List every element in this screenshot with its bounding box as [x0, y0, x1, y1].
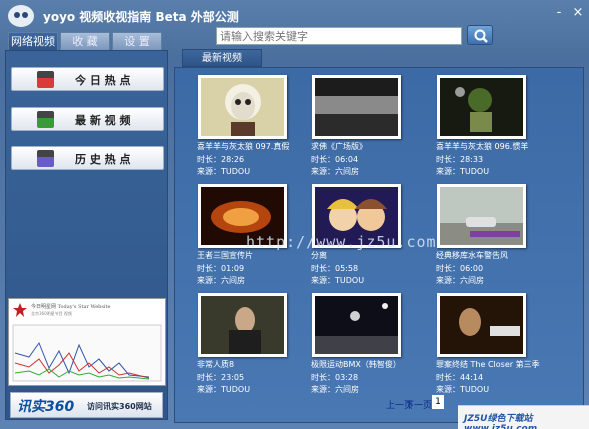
- video-title[interactable]: 经典移库水车警告风: [436, 250, 508, 261]
- video-title[interactable]: 分离: [311, 250, 327, 261]
- video-item[interactable]: 王者三国宣传片 时长：01:09 来源：六间房: [181, 178, 306, 285]
- app-title: yoyo 视频收视指南 Beta 外部公测: [43, 10, 239, 24]
- drama-thumbnail: [440, 296, 523, 354]
- video-duration: 时长：06:00: [436, 264, 484, 273]
- site-preview-title: 今日明星网 Today's Star Website: [31, 304, 111, 310]
- video-duration: 时长：28:26: [197, 155, 245, 164]
- tab-latest-videos[interactable]: 最新视频: [182, 49, 262, 67]
- video-source: 来源：TUDOU: [197, 167, 251, 176]
- video-item[interactable]: 喜羊羊与灰太狼 097.真假 时长：28:26 来源：TUDOU: [181, 69, 306, 176]
- hot-icon: [37, 71, 54, 88]
- video-thumbnail[interactable]: [437, 293, 526, 357]
- video-title[interactable]: 王者三国宣传片: [197, 250, 253, 261]
- site-preview[interactable]: 今日明星网 Today's Star Website 北京360明星节目 视频: [8, 298, 166, 386]
- video-item[interactable]: 经典移库水车警告风 时长：06:00 来源：六间房: [420, 178, 545, 285]
- tab-network-video[interactable]: 网络视频: [8, 32, 58, 50]
- close-button[interactable]: ×: [571, 6, 585, 20]
- video-thumbnail[interactable]: [437, 184, 526, 248]
- nav-history-hot-label: 历 史 热 点: [75, 153, 131, 166]
- video-title[interactable]: 喜羊羊与灰太狼 097.真假: [197, 141, 289, 152]
- nav-today-hot-label: 今 日 热 点: [75, 74, 131, 87]
- next-page-link[interactable]: 下一页: [405, 398, 432, 411]
- video-title[interactable]: 非常人质8: [197, 359, 234, 370]
- search-button[interactable]: [467, 25, 493, 45]
- new-video-icon: [37, 111, 54, 128]
- video-duration: 时长：05:58: [311, 264, 359, 273]
- video-thumbnail[interactable]: [312, 75, 401, 139]
- tab-favorites[interactable]: 收 藏: [60, 32, 110, 50]
- video-item[interactable]: 罪案终结 The Closer 第三季 时长：44:14 来源：TUDOU: [420, 287, 545, 394]
- video-source: 来源：六间房: [436, 276, 484, 285]
- video-title[interactable]: 喜羊羊与灰太狼 096.惯羊: [436, 141, 528, 152]
- video-duration: 时长：23:05: [197, 373, 245, 382]
- video-thumbnail[interactable]: [198, 293, 287, 357]
- corner-watermark-text: JZ5U绿色下载站 www.jz5u.com: [464, 414, 538, 429]
- bmx-thumbnail: [315, 296, 398, 354]
- video-duration: 时长：06:04: [311, 155, 359, 164]
- video-title[interactable]: 求佛《广场版》: [311, 141, 367, 152]
- video-source: 来源：六间房: [311, 385, 359, 394]
- video-source: 来源：六间房: [197, 276, 245, 285]
- left-tabs: 网络视频 收 藏 设 置: [8, 32, 164, 50]
- video-thumbnail[interactable]: [198, 75, 287, 139]
- video-item[interactable]: 极限运动BMX（韩智俊） 时长：03:28 来源：六间房: [295, 287, 420, 394]
- app-logo-icon: [8, 5, 34, 27]
- video-duration: 时长：44:14: [436, 373, 484, 382]
- search-input[interactable]: [216, 27, 462, 45]
- person-thumbnail: [201, 296, 284, 354]
- car-thumbnail: [440, 187, 523, 245]
- video-title[interactable]: 极限运动BMX（韩智俊）: [311, 359, 401, 370]
- video-duration: 时长：28:33: [436, 155, 484, 164]
- video-item[interactable]: 求佛《广场版》 时长：06:04 来源：六间房: [295, 69, 420, 176]
- video-duration: 时长：03:28: [311, 373, 359, 382]
- search-icon: [474, 29, 488, 43]
- banner-label: 访问讯实360网站: [87, 402, 152, 411]
- cartoon-night-thumbnail: [440, 78, 523, 136]
- corner-watermark: JZ5U绿色下载站 www.jz5u.com: [458, 405, 589, 429]
- site-preview-subtitle: 北京360明星节目 视频: [31, 311, 72, 316]
- visit-site-banner[interactable]: 讯实360 访问讯实360网站: [10, 392, 163, 418]
- video-thumbnail[interactable]: [437, 75, 526, 139]
- title-bar: yoyo 视频收视指南 Beta 外部公测 - ×: [0, 0, 589, 28]
- nav-history-hot[interactable]: 历 史 热 点: [11, 146, 164, 170]
- video-item[interactable]: 分离 时长：05:58 来源：TUDOU: [295, 178, 420, 285]
- watermark-url: http://www.jz5u.com: [246, 233, 437, 251]
- video-source: 来源：六间房: [311, 167, 359, 176]
- current-page[interactable]: 1: [432, 395, 444, 409]
- nav-today-hot[interactable]: 今 日 热 点: [11, 67, 164, 91]
- cartoon-sheep-thumbnail: [201, 78, 284, 136]
- video-item[interactable]: 非常人质8 时长：23:05 来源：TUDOU: [181, 287, 306, 394]
- nav-latest-video-label: 最 新 视 频: [75, 114, 131, 127]
- star-icon: [13, 303, 27, 317]
- app-window: yoyo 视频收视指南 Beta 外部公测 - × 网络视频 收 藏 设 置 今…: [0, 0, 589, 429]
- video-source: 来源：TUDOU: [436, 167, 490, 176]
- minimize-button[interactable]: -: [552, 6, 566, 20]
- site-preview-graph: [12, 324, 162, 382]
- video-duration: 时长：01:09: [197, 264, 245, 273]
- tab-settings[interactable]: 设 置: [112, 32, 162, 50]
- banner-logo: 讯实360: [17, 399, 75, 415]
- video-thumbnail[interactable]: [312, 293, 401, 357]
- history-icon: [37, 150, 54, 167]
- video-source: 来源：TUDOU: [197, 385, 251, 394]
- nav-latest-video[interactable]: 最 新 视 频: [11, 107, 164, 131]
- video-title[interactable]: 罪案终结 The Closer 第三季: [436, 359, 540, 370]
- video-item[interactable]: 喜羊羊与灰太狼 096.惯羊 时长：28:33 来源：TUDOU: [420, 69, 545, 176]
- street-night-thumbnail: [315, 78, 398, 136]
- video-source: 来源：TUDOU: [436, 385, 490, 394]
- video-source: 来源：TUDOU: [311, 276, 365, 285]
